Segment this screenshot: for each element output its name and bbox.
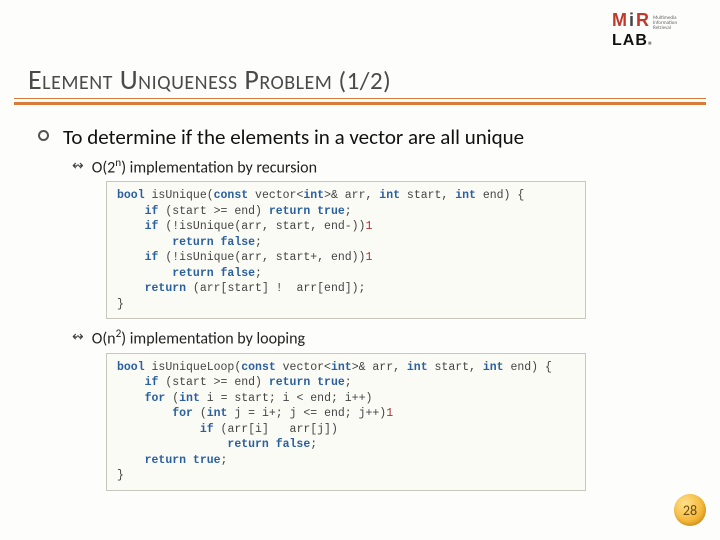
lab-logo: M i R Multimedia Information Retrieval L… bbox=[612, 10, 702, 48]
txt-seg: ) implementation by looping bbox=[121, 330, 305, 349]
bullet-level1: To determine if the elements in a vector… bbox=[38, 124, 690, 150]
bullet-circle-icon bbox=[38, 130, 49, 141]
txt-seg: O(n bbox=[92, 330, 116, 349]
title-seg: E bbox=[28, 62, 42, 97]
bullet-level2: ↭ O(2n) implementation by recursion bbox=[72, 156, 690, 177]
title-suffix: (1/2) bbox=[332, 65, 391, 96]
bullet-text: O(n2) implementation by looping bbox=[92, 327, 305, 348]
logo-letter-m: M bbox=[612, 10, 627, 31]
title-underline bbox=[14, 98, 706, 105]
title-seg: P bbox=[238, 62, 260, 97]
txt-seg: O(2 bbox=[92, 158, 116, 177]
txt-seg: ) implementation by recursion bbox=[121, 158, 317, 177]
title-seg: U bbox=[113, 62, 138, 97]
code-block-recursion: bool isUnique(const vector<int>& arr, in… bbox=[106, 181, 586, 319]
logo-subtext: Multimedia Information Retrieval bbox=[653, 16, 677, 31]
slide-number: 28 bbox=[683, 502, 697, 519]
title-seg: ROBLEM bbox=[259, 71, 332, 95]
bullet-squiggle-icon: ↭ bbox=[72, 327, 84, 347]
code-block-loop: bool isUniqueLoop(const vector<int>& arr… bbox=[106, 353, 586, 491]
title-seg: LEMENT bbox=[42, 71, 113, 95]
slide-title: ELEMENT UNIQUENESS PROBLEM (1/2) bbox=[28, 62, 391, 97]
bullet-squiggle-icon: ↭ bbox=[72, 156, 84, 176]
content-area: To determine if the elements in a vector… bbox=[38, 124, 690, 499]
bullet-text: O(2n) implementation by recursion bbox=[92, 156, 317, 177]
logo-lab-text: LAB bbox=[612, 32, 648, 49]
logo-letter-r: R bbox=[636, 10, 649, 31]
bullet-text: To determine if the elements in a vector… bbox=[63, 124, 524, 150]
slide-number-badge: 28 bbox=[674, 494, 706, 526]
title-seg: NIQUENESS bbox=[138, 71, 237, 95]
logo-letter-i: i bbox=[629, 10, 634, 31]
bullet-level2: ↭ O(n2) implementation by looping bbox=[72, 327, 690, 348]
